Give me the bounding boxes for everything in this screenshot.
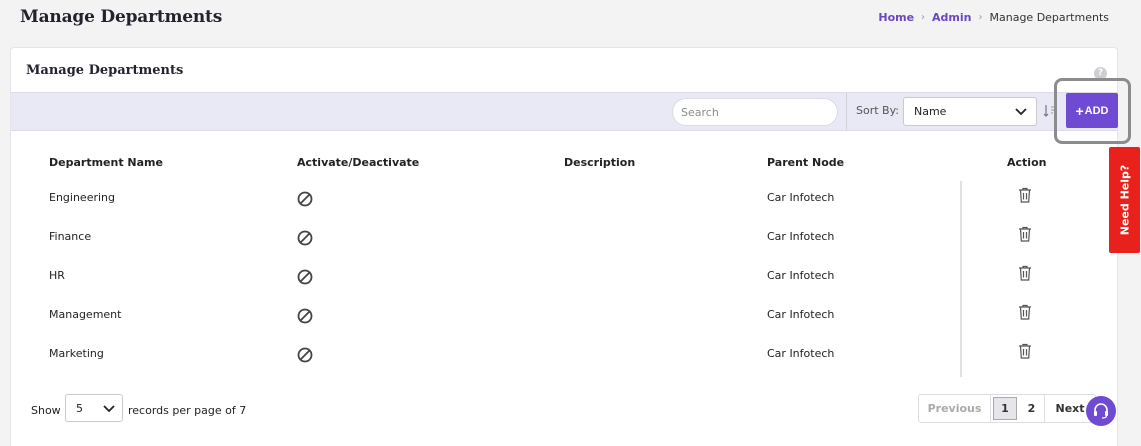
- col-header-description[interactable]: Description: [564, 156, 635, 169]
- chevron-down-icon: [103, 405, 115, 413]
- sort-by-value: Name: [914, 105, 947, 118]
- add-button-highlight: [1054, 78, 1131, 144]
- breadcrumb-current: Manage Departments: [989, 11, 1110, 24]
- department-name: Management: [49, 308, 122, 321]
- toolbar: Sort By: Name + ADD: [11, 92, 1118, 131]
- ban-icon[interactable]: [297, 308, 313, 324]
- col-header-action: Action: [1007, 156, 1047, 169]
- need-help-tab[interactable]: Need Help?: [1109, 147, 1140, 253]
- parent-node: Car Infotech: [767, 269, 835, 282]
- parent-node: Car Infotech: [767, 230, 835, 243]
- sort-by-select[interactable]: Name: [903, 97, 1037, 126]
- table-row: Engineering Car Infotech: [11, 175, 1117, 214]
- table-row: Marketing Car Infotech: [11, 331, 1117, 370]
- department-name: Finance: [49, 230, 92, 243]
- parent-node: Car Infotech: [767, 191, 835, 204]
- departments-card: Manage Departments ? Sort By: Name + ADD…: [10, 47, 1131, 446]
- records-per-page-label: records per page of 7: [128, 404, 247, 417]
- previous-page-button[interactable]: Previous: [919, 395, 991, 422]
- trash-icon[interactable]: [1018, 226, 1032, 242]
- ban-icon[interactable]: [297, 230, 313, 246]
- ban-icon[interactable]: [297, 269, 313, 285]
- breadcrumb-separator-icon: ›: [921, 12, 926, 23]
- ban-icon[interactable]: [297, 347, 313, 363]
- support-chat-button[interactable]: [1086, 396, 1116, 426]
- ban-icon[interactable]: [297, 191, 313, 207]
- show-label: Show: [31, 404, 61, 417]
- breadcrumb-separator-icon: ›: [978, 12, 983, 23]
- table-footer: Show 5 records per page of 7 Previous 1 …: [11, 394, 1117, 428]
- parent-node: Car Infotech: [767, 308, 835, 321]
- pagination: Previous 1 2 Next: [918, 394, 1096, 423]
- table-row: HR Car Infotech: [11, 253, 1117, 292]
- table-row: Management Car Infotech: [11, 292, 1117, 331]
- col-header-activate[interactable]: Activate/Deactivate: [297, 156, 419, 169]
- page-size-value: 5: [76, 402, 83, 415]
- trash-icon[interactable]: [1018, 265, 1032, 281]
- parent-node: Car Infotech: [767, 347, 835, 360]
- page-1-button[interactable]: 1: [993, 397, 1017, 420]
- breadcrumb: Home › Admin › Manage Departments: [878, 11, 1109, 24]
- department-name: Marketing: [49, 347, 104, 360]
- sort-label: Sort By:: [856, 104, 900, 117]
- table-row: Finance Car Infotech: [11, 214, 1117, 253]
- need-help-label: Need Help?: [1118, 164, 1131, 236]
- breadcrumb-admin[interactable]: Admin: [932, 11, 971, 24]
- page-header: Manage Departments Home › Admin › Manage…: [0, 0, 1141, 40]
- page-title: Manage Departments: [20, 7, 223, 27]
- col-header-parent-node[interactable]: Parent Node: [767, 156, 844, 169]
- department-name: Engineering: [49, 191, 115, 204]
- col-header-department-name[interactable]: Department Name: [49, 156, 163, 169]
- search-input[interactable]: [672, 98, 838, 126]
- trash-icon[interactable]: [1018, 304, 1032, 320]
- page-2-button[interactable]: 2: [1019, 395, 1045, 422]
- table-scrollbar[interactable]: [960, 181, 962, 377]
- trash-icon[interactable]: [1018, 343, 1032, 359]
- trash-icon[interactable]: [1018, 187, 1032, 203]
- department-name: HR: [49, 269, 65, 282]
- headset-icon: [1094, 403, 1108, 419]
- chevron-down-icon: [1015, 108, 1027, 116]
- card-title: Manage Departments: [26, 63, 184, 78]
- toolbar-divider: [846, 93, 847, 130]
- page-size-select[interactable]: 5: [65, 394, 123, 422]
- breadcrumb-home[interactable]: Home: [878, 11, 914, 24]
